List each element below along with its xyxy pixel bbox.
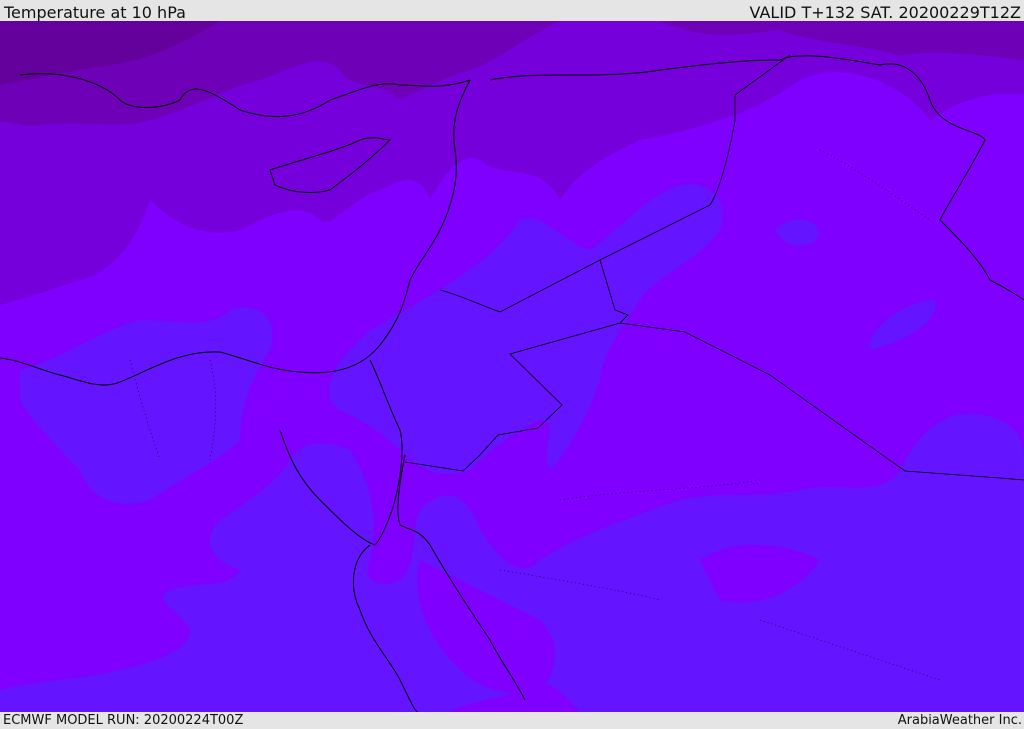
valid-time: VALID T+132 SAT. 20200229T12Z: [749, 3, 1021, 22]
map-title: Temperature at 10 hPa: [4, 3, 186, 22]
brand-credit: ArabiaWeather Inc.: [897, 713, 1022, 728]
model-run: ECMWF MODEL RUN: 20200224T00Z: [3, 713, 244, 728]
footer-bar: ECMWF MODEL RUN: 20200224T00Z ArabiaWeat…: [0, 712, 1024, 729]
header-bar: Temperature at 10 hPa VALID T+132 SAT. 2…: [0, 0, 1024, 22]
temperature-map[interactable]: [0, 21, 1024, 712]
